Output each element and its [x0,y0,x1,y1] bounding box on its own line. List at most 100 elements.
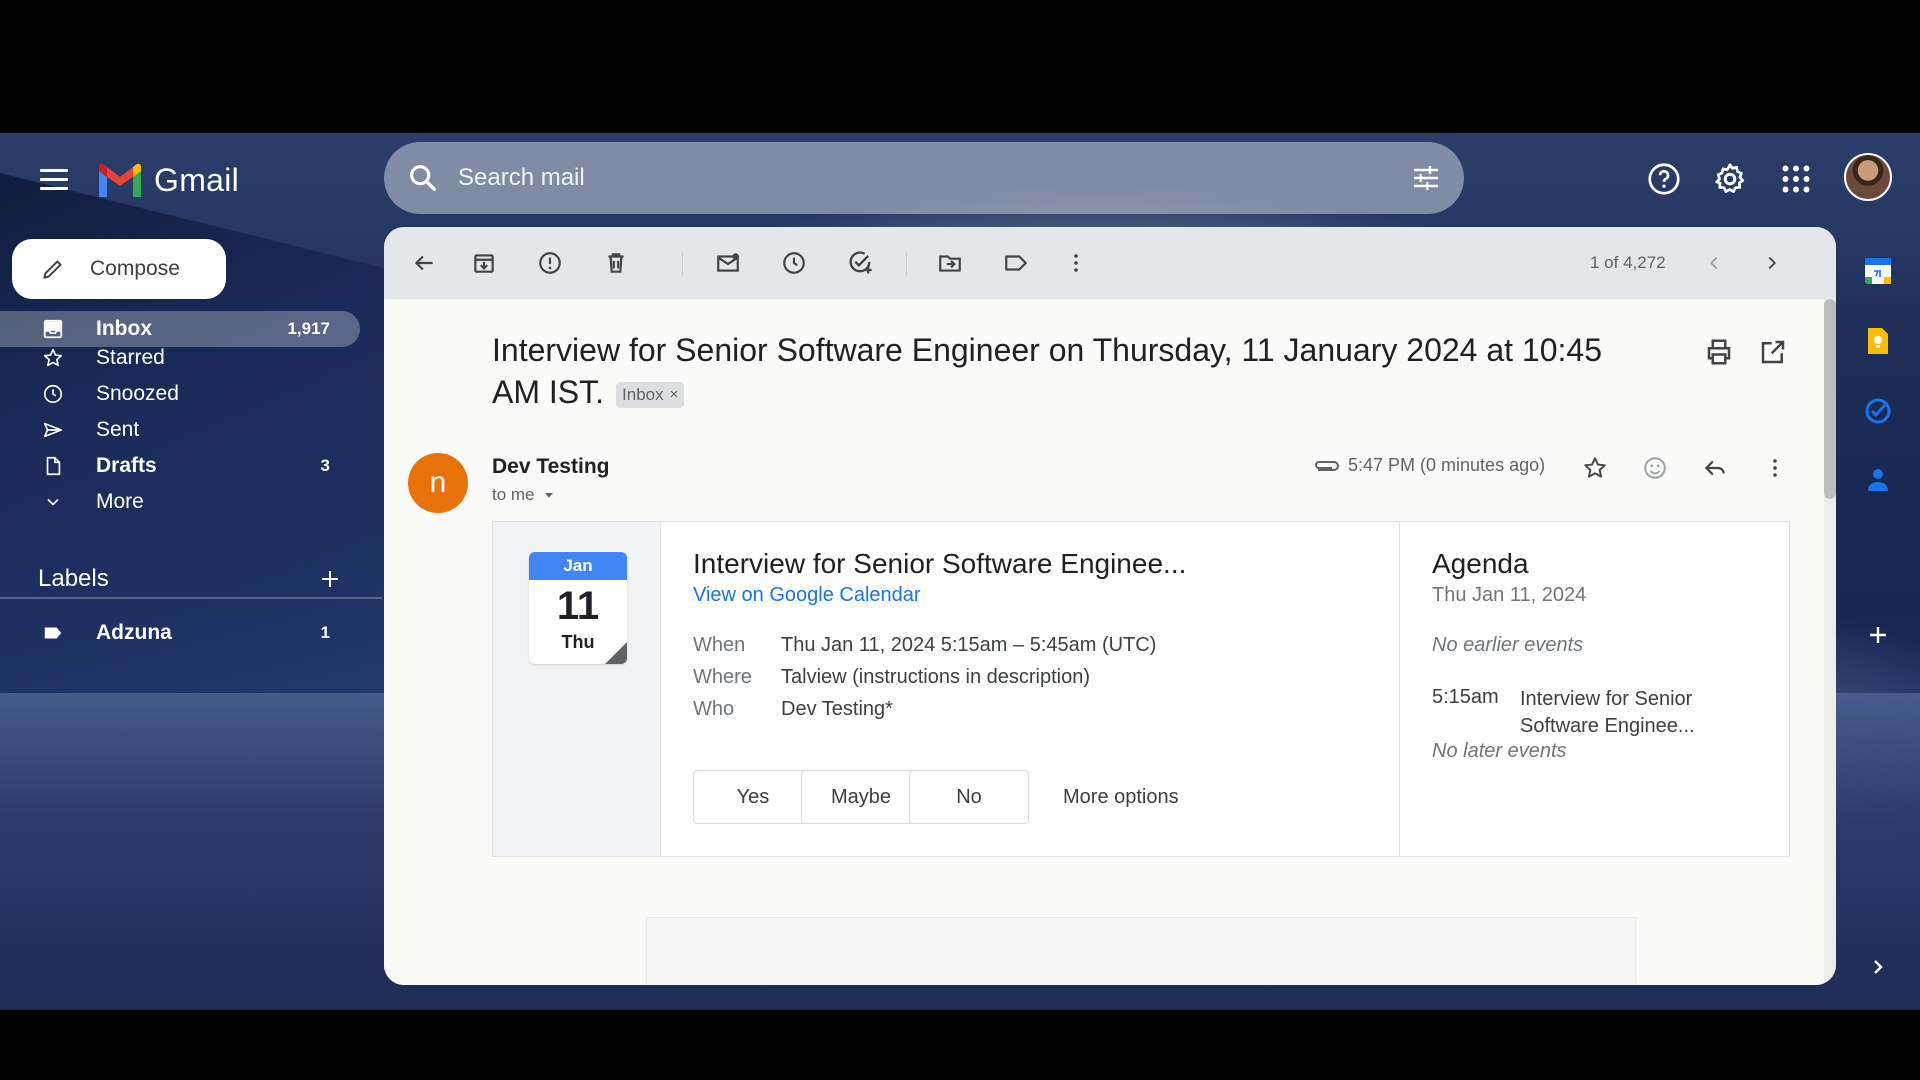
move-to-icon[interactable] [934,247,966,279]
sidebar-item-label: Starred [96,346,165,369]
emoji-reaction-icon[interactable] [1640,453,1670,483]
where-value: Talview (instructions in description) [781,666,1091,688]
draft-icon [40,453,66,479]
event-details: Interview for Senior Software Enginee...… [661,522,1399,856]
sender-name[interactable]: Dev Testing [492,455,609,479]
event-where-row: Where Talview (instructions in descripti… [693,666,1090,689]
toolbar-divider [682,251,683,277]
gmail-logo[interactable]: Gmail [96,161,239,199]
view-calendar-link[interactable]: View on Google Calendar [693,584,921,607]
sidebar-item-starred[interactable]: Starred [0,340,360,376]
sidebar-nav: Inbox 1,917 Starred Snoozed Sent Drafts … [0,311,360,520]
tasks-app-icon[interactable] [1862,395,1894,427]
email-body-placeholder [646,917,1636,985]
sidebar-item-drafts[interactable]: Drafts 3 [0,448,360,484]
compose-label: Compose [90,257,180,280]
help-icon[interactable] [1646,161,1682,197]
sidebar-item-label: Inbox [96,317,152,340]
newer-chevron-icon[interactable] [1698,247,1730,279]
apps-grid-icon[interactable] [1778,161,1814,197]
back-arrow-icon[interactable] [408,247,440,279]
print-icon[interactable] [1704,337,1734,367]
unread-count: 1,917 [287,319,330,338]
settings-gear-icon[interactable] [1712,161,1748,197]
star-icon [40,345,66,371]
attachment-icon [1315,460,1339,471]
open-new-window-icon[interactable] [1758,337,1788,367]
app-name: Gmail [154,161,240,198]
label-item-adzuna[interactable]: Adzuna 1 [0,615,360,651]
reply-icon[interactable] [1700,453,1730,483]
add-task-icon[interactable] [844,247,876,279]
label-icon[interactable] [1000,247,1032,279]
gmail-m-icon [99,163,141,197]
email-subject: Interview for Senior Software Engineer o… [492,329,1642,413]
search-input[interactable] [458,164,1410,192]
add-label-icon[interactable] [318,567,342,591]
message-more-icon[interactable] [1760,453,1790,483]
add-addon-icon[interactable] [1862,619,1894,651]
search-options-icon[interactable] [1410,162,1442,194]
calendar-date-icon: Jan 11 Thu [529,552,627,664]
rsvp-no-button[interactable]: No [909,770,1029,824]
who-value: Dev Testing* [781,698,893,720]
email-meta: 5:47 PM (0 minutes ago) [1312,455,1545,476]
rsvp-yes-button[interactable]: Yes [693,770,813,824]
labels-header: Labels [0,559,382,599]
rsvp-maybe-button[interactable]: Maybe [801,770,921,824]
report-spam-icon[interactable] [534,247,566,279]
where-label: Where [693,666,752,688]
agenda-panel: Agenda Thu Jan 11, 2024 No earlier event… [1399,522,1789,856]
star-icon[interactable] [1580,453,1610,483]
expand-panel-chevron-icon[interactable] [1862,951,1894,983]
sidebar-item-more[interactable]: More [0,484,360,520]
recipient-text: to me [492,485,535,504]
more-vert-icon[interactable] [1060,247,1092,279]
archive-icon[interactable] [468,247,500,279]
scrollbar-thumb[interactable] [1824,299,1836,499]
page-fold-icon [605,642,627,664]
sidebar-item-label: Snoozed [96,382,179,405]
no-earlier-events: No earlier events [1432,634,1584,656]
agenda-date: Thu Jan 11, 2024 [1432,584,1587,606]
who-label: Who [693,698,735,720]
sidebar-item-label: Drafts [96,454,157,477]
event-when-row: When Thu Jan 11, 2024 5:15am – 5:45am (U… [693,634,1156,657]
toolbar-divider [906,251,907,277]
sidebar-item-snoozed[interactable]: Snoozed [0,376,360,412]
recipient-details[interactable]: to me [492,485,557,505]
no-later-events: No later events [1432,740,1567,762]
more-options-button[interactable]: More options [1063,786,1179,809]
keep-app-icon[interactable] [1862,325,1894,357]
sidebar-item-label: More [96,490,144,513]
sidebar-item-sent[interactable]: Sent [0,412,360,448]
main-menu-icon[interactable] [40,169,68,191]
mark-unread-icon[interactable] [712,247,744,279]
account-avatar[interactable] [1844,153,1892,201]
email-content: Interview for Senior Software Engineer o… [384,299,1824,985]
gmail-window: Gmail Compose [0,133,1920,1010]
inbox-icon [40,316,66,342]
calendar-date-panel: Jan 11 Thu [493,522,661,856]
remove-label-icon[interactable]: × [670,384,679,406]
older-chevron-icon[interactable] [1756,247,1788,279]
label-name: Adzuna [96,621,172,644]
sender-avatar[interactable]: n [408,453,468,513]
contacts-app-icon[interactable] [1862,463,1894,495]
snooze-icon[interactable] [778,247,810,279]
agenda-event-title[interactable]: Interview for Senior Software Enginee... [1520,686,1740,740]
caret-down-icon [544,493,553,498]
delete-icon[interactable] [600,247,632,279]
when-value: Thu Jan 11, 2024 5:15am – 5:45am (UTC) [781,634,1157,656]
search-bar [384,142,1464,214]
calendar-app-icon[interactable] [1862,255,1894,287]
event-title: Interview for Senior Software Enginee... [693,548,1187,579]
when-label: When [693,634,746,656]
event-month: Jan [529,552,627,580]
chevron-down-icon [40,489,66,515]
agenda-title: Agenda [1432,548,1529,579]
labels-title: Labels [38,565,109,592]
compose-button[interactable]: Compose [12,239,226,299]
email-view-panel: 1 of 4,272 Interview for Senior Software… [384,227,1836,985]
search-icon[interactable] [406,161,440,195]
